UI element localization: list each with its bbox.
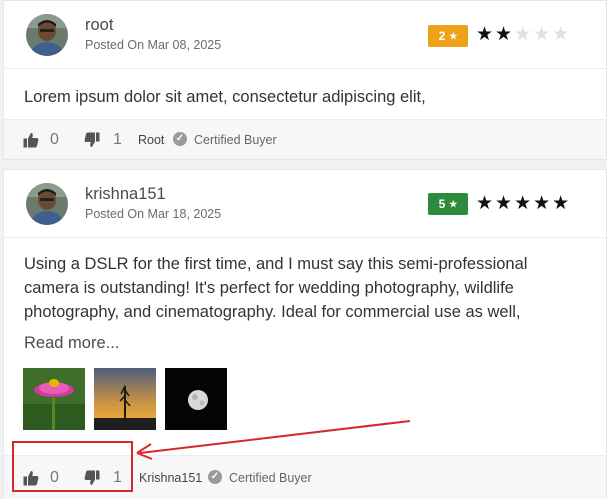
review-photos xyxy=(23,368,227,430)
review-text: Using a DSLR for the first time, and I m… xyxy=(24,255,528,321)
avatar xyxy=(26,14,68,56)
avatar xyxy=(26,183,68,225)
review-card: krishna151 Posted On Mar 18, 2025 5 ★ ★★… xyxy=(3,169,607,499)
moon-photo[interactable] xyxy=(165,368,227,430)
empty-stars-icon: ★★★ xyxy=(514,24,572,45)
thumbs-up-icon[interactable] xyxy=(23,470,39,486)
review-header: root Posted On Mar 08, 2025 2 ★ ★★★★★ xyxy=(4,1,606,69)
thumbs-up-icon[interactable] xyxy=(23,132,39,148)
dislike-count: 1 xyxy=(113,469,122,486)
post-date: Posted On Mar 08, 2025 xyxy=(85,38,222,52)
reviewer-name: krishna151 xyxy=(85,185,166,203)
read-more-link[interactable]: Read more... xyxy=(24,334,119,353)
review-footer: 0 1 Krishna151 ✓ Certified Buyer xyxy=(4,455,606,499)
check-circle-icon: ✓ xyxy=(208,470,222,484)
star-icon: ★ xyxy=(449,198,458,209)
rating-value: 2 xyxy=(438,29,446,43)
filled-stars-icon: ★★ xyxy=(476,24,515,45)
post-date: Posted On Mar 18, 2025 xyxy=(85,207,222,221)
certified-buyer-label: Certified Buyer xyxy=(194,133,277,147)
review-card: root Posted On Mar 08, 2025 2 ★ ★★★★★ Lo… xyxy=(3,0,607,160)
star-icon: ★ xyxy=(449,30,458,41)
dislike-count: 1 xyxy=(113,131,122,148)
footer-author: Root xyxy=(138,133,165,147)
star-rating: ★★★★★ xyxy=(476,191,571,217)
filled-stars-icon: ★★★★★ xyxy=(476,193,572,214)
flower-photo[interactable] xyxy=(23,368,85,430)
reviewer-name: root xyxy=(85,16,114,34)
review-header: krishna151 Posted On Mar 18, 2025 5 ★ ★★… xyxy=(4,170,606,238)
sunset-plant-photo[interactable] xyxy=(94,368,156,430)
rating-value: 5 xyxy=(438,197,446,211)
check-circle-icon: ✓ xyxy=(173,132,187,146)
certified-buyer-label: Certified Buyer xyxy=(229,471,312,485)
review-footer: 0 1 Root ✓ Certified Buyer xyxy=(4,119,606,159)
like-count: 0 xyxy=(50,131,59,148)
footer-author: Krishna151 xyxy=(139,471,203,485)
thumbs-down-icon[interactable] xyxy=(84,470,100,486)
star-rating: ★★★★★ xyxy=(476,22,571,48)
like-count: 0 xyxy=(50,469,59,486)
rating-badge: 2 ★ xyxy=(428,25,468,47)
review-text: Lorem ipsum dolor sit amet, consectetur … xyxy=(24,88,426,106)
thumbs-down-icon[interactable] xyxy=(84,132,100,148)
rating-badge: 5 ★ xyxy=(428,193,468,215)
